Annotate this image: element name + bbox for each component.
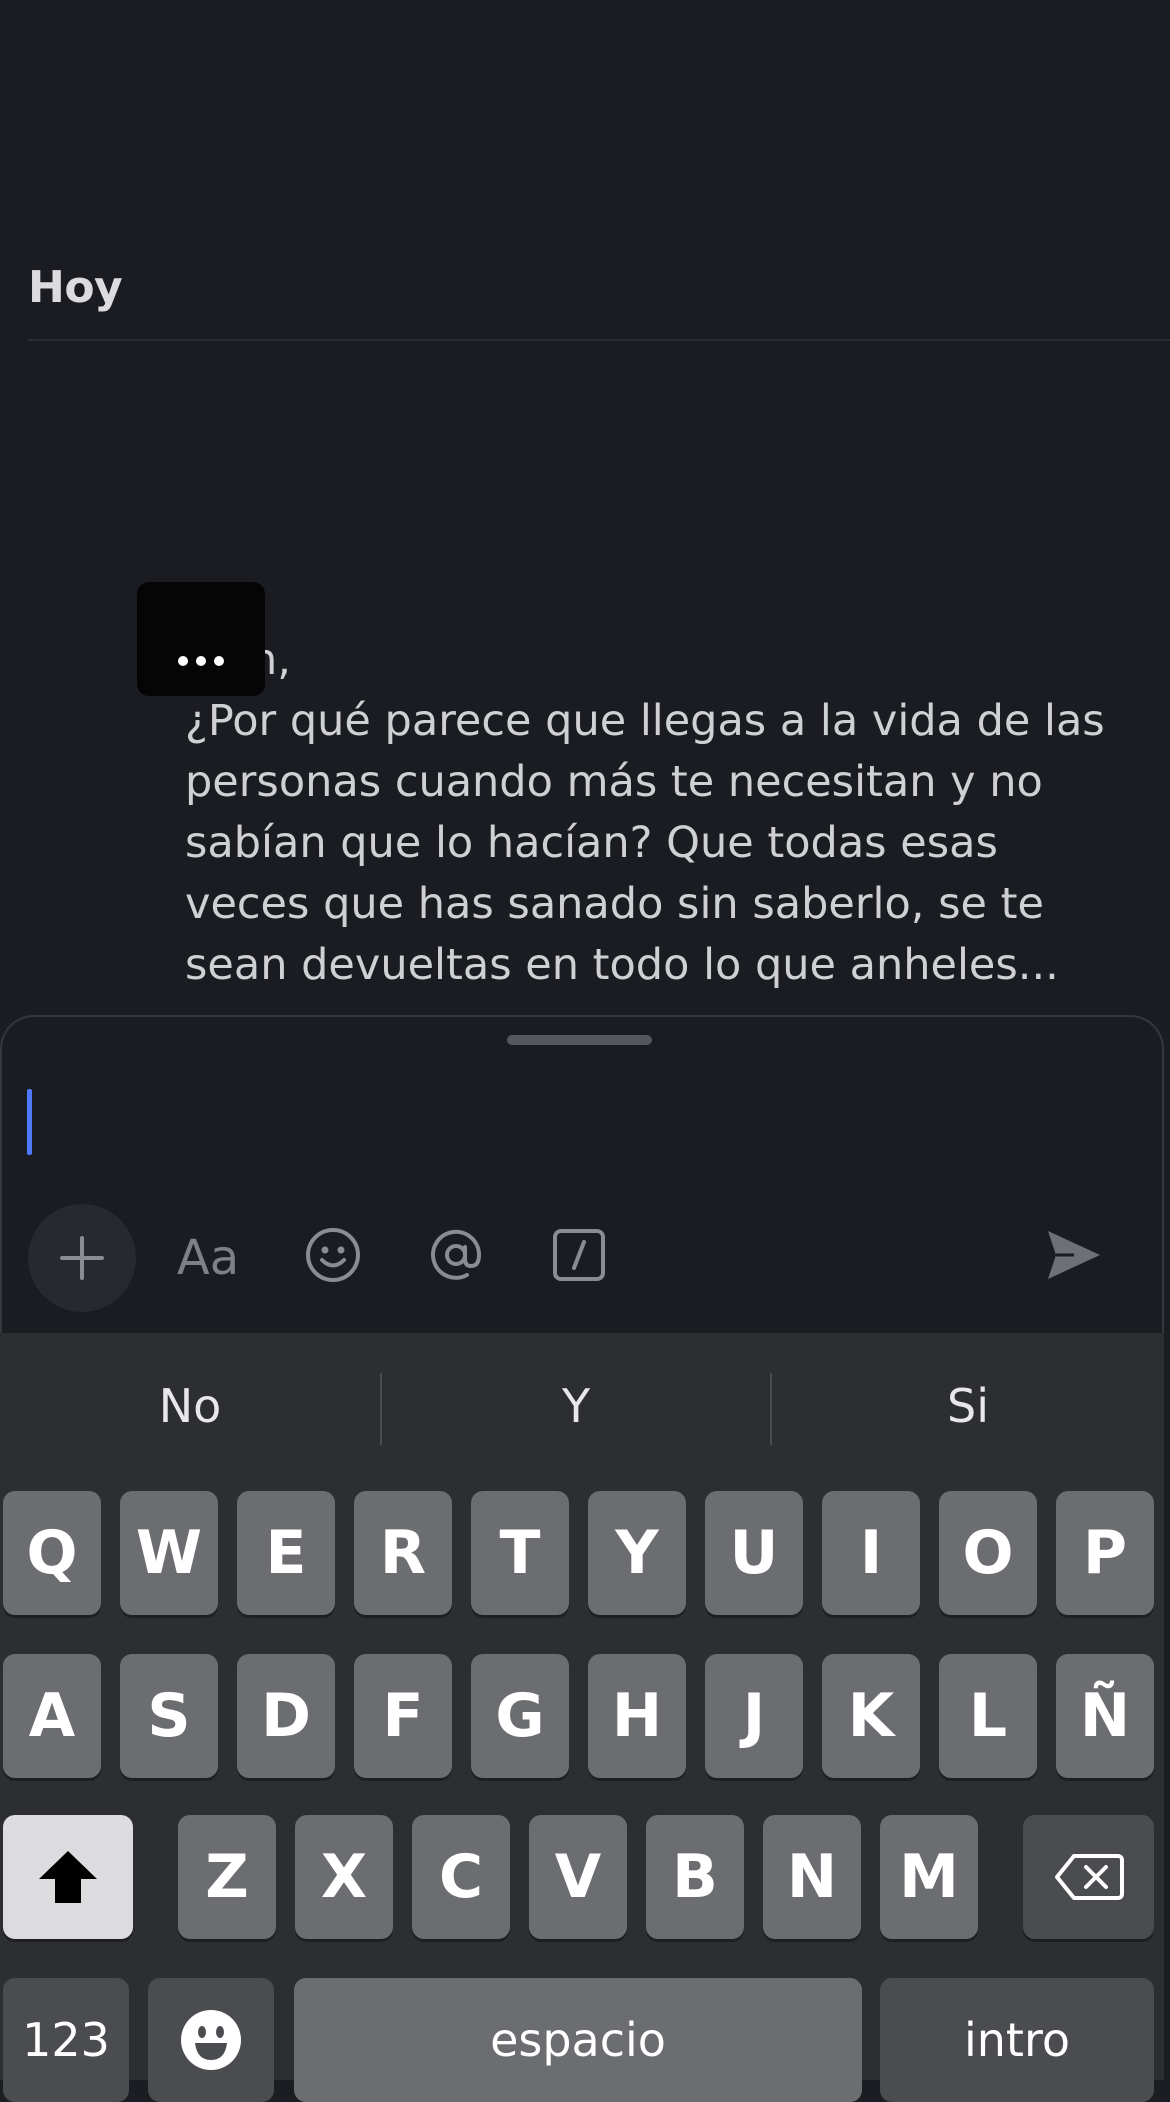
more-dot bbox=[196, 656, 206, 666]
on-screen-keyboard: No Y Si Q W E R T Y U I O P A S D F G H … bbox=[0, 1333, 1164, 2102]
key-h[interactable]: H bbox=[588, 1654, 686, 1778]
slash-command-icon bbox=[553, 1229, 605, 1281]
key-z[interactable]: Z bbox=[178, 1815, 276, 1939]
key-j[interactable]: J bbox=[705, 1654, 803, 1778]
suggestion-bar: No Y Si bbox=[0, 1333, 1164, 1483]
message-line: ¿Por qué parece que llegas a la vida de … bbox=[185, 696, 1105, 746]
key-c[interactable]: C bbox=[412, 1815, 510, 1939]
key-f[interactable]: F bbox=[354, 1654, 452, 1778]
space-key[interactable]: espacio bbox=[294, 1978, 862, 2102]
key-v[interactable]: V bbox=[529, 1815, 627, 1939]
key-w[interactable]: W bbox=[120, 1491, 218, 1615]
key-u[interactable]: U bbox=[705, 1491, 803, 1615]
key-d[interactable]: D bbox=[237, 1654, 335, 1778]
key-y[interactable]: Y bbox=[588, 1491, 686, 1615]
message-input-caret[interactable] bbox=[27, 1089, 32, 1155]
key-o[interactable]: O bbox=[939, 1491, 1037, 1615]
message-list: Hoy n, x ¿Por qué parece que llegas a la… bbox=[0, 0, 1170, 1015]
key-i[interactable]: I bbox=[822, 1491, 920, 1615]
emoji-key[interactable] bbox=[148, 1978, 274, 2102]
key-n-tilde[interactable]: Ñ bbox=[1056, 1654, 1154, 1778]
suggestion-item[interactable]: No bbox=[0, 1361, 380, 1451]
message-line: sabían que lo hacían? Que todas esas bbox=[185, 818, 998, 868]
format-text-button[interactable]: Aa bbox=[172, 1222, 244, 1294]
key-n[interactable]: N bbox=[763, 1815, 861, 1939]
day-header: Hoy bbox=[28, 262, 123, 313]
message-more-button[interactable] bbox=[137, 582, 265, 696]
add-attachment-button[interactable] bbox=[28, 1204, 136, 1312]
message-line: veces que has sanado sin saberlo, se te bbox=[185, 879, 1044, 929]
message-line: sean devueltas en todo lo que anheles... bbox=[185, 940, 1059, 990]
more-horizontal-icon bbox=[178, 656, 188, 666]
suggestion-item[interactable]: Si bbox=[772, 1361, 1164, 1451]
drag-handle[interactable] bbox=[507, 1035, 652, 1045]
message-composer: Aa bbox=[0, 1015, 1164, 1333]
key-a[interactable]: A bbox=[3, 1654, 101, 1778]
backspace-icon bbox=[1054, 1854, 1124, 1900]
send-button[interactable] bbox=[1042, 1223, 1106, 1287]
key-r[interactable]: R bbox=[354, 1491, 452, 1615]
shift-arrow-icon bbox=[39, 1851, 97, 1903]
send-arrow-icon bbox=[1048, 1231, 1100, 1279]
delete-key[interactable] bbox=[1023, 1815, 1154, 1939]
return-key[interactable]: intro bbox=[880, 1978, 1154, 2102]
message-text: x ¿Por qué parece que llegas a la vida d… bbox=[185, 630, 1145, 996]
emoji-face-icon bbox=[181, 2010, 241, 2070]
key-q[interactable]: Q bbox=[3, 1491, 101, 1615]
key-g[interactable]: G bbox=[471, 1654, 569, 1778]
emoji-button[interactable] bbox=[300, 1222, 366, 1288]
shift-key[interactable] bbox=[3, 1815, 133, 1939]
key-s[interactable]: S bbox=[120, 1654, 218, 1778]
at-sign-icon bbox=[431, 1229, 482, 1280]
key-t[interactable]: T bbox=[471, 1491, 569, 1615]
key-l[interactable]: L bbox=[939, 1654, 1037, 1778]
key-b[interactable]: B bbox=[646, 1815, 744, 1939]
key-k[interactable]: K bbox=[822, 1654, 920, 1778]
numbers-key[interactable]: 123 bbox=[3, 1978, 129, 2102]
day-divider bbox=[28, 339, 1170, 341]
key-p[interactable]: P bbox=[1056, 1491, 1154, 1615]
mention-button[interactable] bbox=[423, 1222, 489, 1288]
key-x[interactable]: X bbox=[295, 1815, 393, 1939]
shortcut-button[interactable] bbox=[546, 1222, 612, 1288]
suggestion-item[interactable]: Y bbox=[382, 1361, 770, 1451]
smiley-icon bbox=[306, 1228, 360, 1282]
plus-icon bbox=[60, 1236, 104, 1280]
key-e[interactable]: E bbox=[237, 1491, 335, 1615]
key-m[interactable]: M bbox=[880, 1815, 978, 1939]
more-dot bbox=[214, 656, 224, 666]
message-line: personas cuando más te necesitan y no bbox=[185, 757, 1043, 807]
